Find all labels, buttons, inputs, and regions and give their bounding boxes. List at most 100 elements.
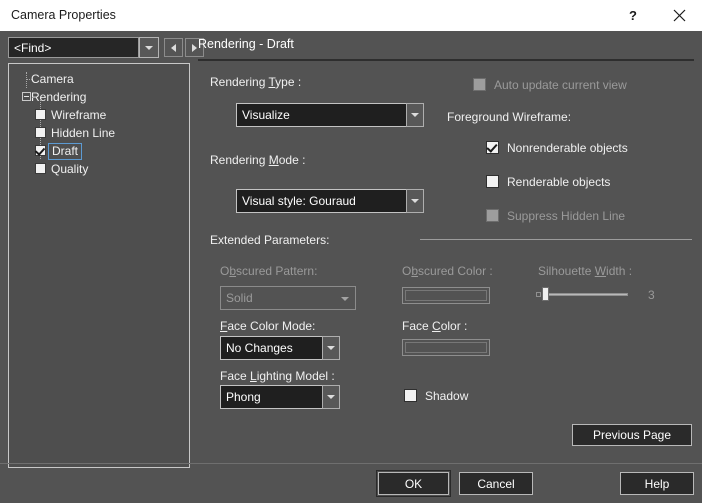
- expander-minus-icon[interactable]: [22, 92, 31, 101]
- tree-item-checkbox[interactable]: [35, 163, 46, 174]
- tree-item-label: Draft: [48, 142, 83, 160]
- shadow-label: Shadow: [425, 389, 469, 403]
- rendering-mode-label-text: Rendering Mode :: [210, 153, 306, 167]
- ok-button[interactable]: OK: [376, 470, 451, 497]
- rendering-type-select[interactable]: Visualize: [236, 103, 424, 127]
- face-color-swatch[interactable]: [402, 339, 490, 356]
- triangle-left-icon: [171, 43, 176, 52]
- camera-properties-dialog: Camera Properties ? <Find> Camera Render…: [0, 0, 702, 503]
- silhouette-width-label-text: Silhouette Width :: [538, 264, 633, 278]
- obscured-color-swatch-inner: [405, 290, 487, 301]
- obscured-color-swatch: [402, 287, 490, 304]
- face-color-label-text: Face Color :: [402, 319, 468, 333]
- tree-connector: [32, 97, 36, 98]
- obscured-color-label: Obscured Color :: [402, 264, 493, 278]
- rendering-type-label-text: Rendering Type :: [210, 75, 302, 89]
- previous-page-label: Previous Page: [592, 428, 672, 442]
- close-x-icon[interactable]: [656, 0, 702, 31]
- face-lighting-model-chevron-down-icon[interactable]: [322, 385, 340, 409]
- tree-item-label: Camera: [31, 72, 74, 86]
- silhouette-width-slider: [536, 287, 629, 301]
- tree-item-label: Rendering: [31, 90, 87, 104]
- tree-item-checkbox[interactable]: [35, 145, 46, 156]
- slider-tick: [536, 292, 541, 297]
- tree-connector: [26, 79, 32, 80]
- tree-item-quality[interactable]: Quality: [9, 160, 189, 178]
- chevron-down-glyph: [411, 199, 419, 203]
- chevron-down-glyph: [145, 45, 153, 50]
- obscured-pattern-value: Solid: [226, 291, 253, 305]
- rendering-type-chevron-down-icon[interactable]: [406, 103, 424, 127]
- face-lighting-model-label-text: Face Lighting Model :: [220, 369, 335, 383]
- face-lighting-model-select[interactable]: Phong: [220, 385, 340, 409]
- tree-item-wireframe[interactable]: Wireframe: [9, 106, 189, 124]
- pane-title: Rendering - Draft: [198, 37, 294, 51]
- auto-update-checkbox: [473, 78, 486, 91]
- rendering-mode-chevron-down-icon[interactable]: [406, 189, 424, 213]
- tree-item-label: Quality: [51, 162, 89, 176]
- rendering-type-value: Visualize: [242, 108, 290, 122]
- face-color-mode-label: Face Color Mode:: [220, 319, 315, 333]
- tree-item-camera[interactable]: Camera: [9, 70, 189, 88]
- tree-item-label: Hidden Line: [51, 126, 116, 140]
- chevron-down-glyph: [411, 113, 419, 117]
- tree-item-label: Wireframe: [51, 108, 107, 122]
- find-value: <Find>: [14, 40, 52, 55]
- cancel-label: Cancel: [477, 476, 515, 491]
- pane-divider: [198, 59, 694, 61]
- obscured-pattern-select: Solid: [220, 286, 356, 310]
- title-bar: Camera Properties ?: [0, 0, 702, 31]
- nav-previous-button[interactable]: [164, 38, 183, 57]
- face-color-mode-chevron-down-icon[interactable]: [322, 336, 340, 360]
- cancel-button[interactable]: Cancel: [459, 472, 533, 495]
- slider-track: [543, 293, 628, 296]
- nonrenderable-objects-label: Nonrenderable objects: [507, 141, 628, 155]
- auto-update-label: Auto update current view: [494, 78, 627, 92]
- face-color-mode-label-text: Face Color Mode:: [220, 319, 316, 333]
- face-lighting-model-value: Phong: [226, 390, 261, 404]
- nonrenderable-objects-checkbox[interactable]: [486, 141, 499, 154]
- extended-parameters-divider: [420, 239, 692, 240]
- rendering-type-label: Rendering Type :: [210, 75, 301, 89]
- help-label: Help: [644, 476, 670, 491]
- tree-item-checkbox[interactable]: [35, 109, 46, 120]
- face-color-mode-value: No Changes: [226, 341, 293, 355]
- extended-parameters-label: Extended Parameters:: [210, 233, 330, 247]
- obscured-pattern-label-text: Obscured Pattern:: [220, 264, 318, 278]
- chevron-down-glyph: [327, 395, 335, 399]
- window-title: Camera Properties: [11, 8, 116, 22]
- tree-item-rendering[interactable]: Rendering: [9, 88, 189, 106]
- tree-item-hidden-line[interactable]: Hidden Line: [9, 124, 189, 142]
- obscured-pattern-label: Obscured Pattern:: [220, 264, 317, 278]
- face-lighting-model-label: Face Lighting Model :: [220, 369, 335, 383]
- suppress-hidden-line-label: Suppress Hidden Line: [507, 209, 626, 223]
- tree-item-checkbox[interactable]: [35, 127, 46, 138]
- triangle-right-icon: [192, 43, 197, 52]
- obscured-color-label-text: Obscured Color :: [402, 264, 493, 278]
- face-color-label: Face Color :: [402, 319, 467, 333]
- settings-pane: Rendering - Draft Rendering Type : Visua…: [198, 37, 694, 446]
- silhouette-width-label: Silhouette Width :: [538, 264, 632, 278]
- properties-tree-panel[interactable]: Camera Rendering Wireframe Hidden Line D…: [8, 63, 190, 468]
- renderable-objects-checkbox[interactable]: [486, 175, 499, 188]
- rendering-mode-select[interactable]: Visual style: Gouraud: [236, 189, 424, 213]
- face-color-swatch-inner: [405, 342, 487, 353]
- footer-divider: [0, 463, 702, 464]
- help-button[interactable]: Help: [620, 472, 694, 495]
- renderable-objects-label: Renderable objects: [507, 175, 611, 189]
- minus-glyph: [24, 96, 29, 97]
- find-input[interactable]: <Find>: [8, 37, 139, 58]
- rendering-mode-label: Rendering Mode :: [210, 153, 305, 167]
- silhouette-width-value: 3: [648, 288, 655, 302]
- find-chevron-down-icon[interactable]: [139, 37, 159, 58]
- rendering-mode-value: Visual style: Gouraud: [242, 194, 356, 208]
- ok-label: OK: [404, 476, 423, 491]
- help-question-icon[interactable]: ?: [610, 0, 656, 31]
- chevron-down-glyph: [341, 297, 349, 301]
- tree-item-draft[interactable]: Draft: [9, 142, 189, 160]
- shadow-checkbox[interactable]: [404, 389, 417, 402]
- suppress-hidden-line-checkbox: [486, 209, 499, 222]
- previous-page-button[interactable]: Previous Page: [572, 424, 692, 446]
- face-color-mode-select[interactable]: No Changes: [220, 336, 340, 360]
- chevron-down-glyph: [327, 346, 335, 350]
